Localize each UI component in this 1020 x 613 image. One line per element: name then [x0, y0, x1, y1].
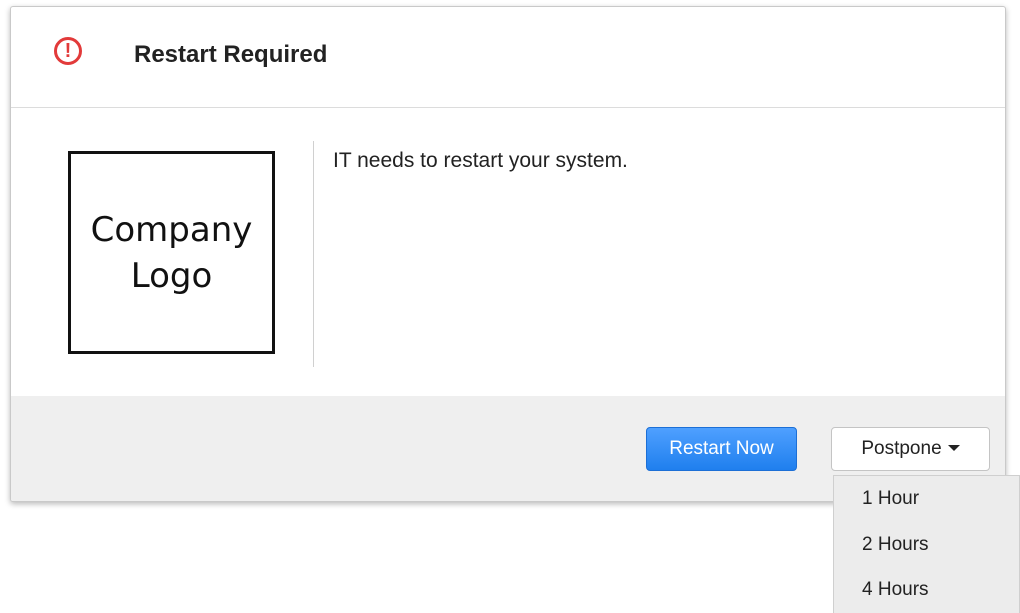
menu-item-2-hours[interactable]: 2 Hours	[834, 525, 1019, 565]
dialog-body: Company Logo IT needs to restart your sy…	[11, 108, 1005, 396]
menu-item-4-hours[interactable]: 4 Hours	[834, 570, 1019, 610]
postpone-dropdown-menu: 1 Hour 2 Hours 4 Hours	[833, 475, 1020, 613]
company-logo: Company Logo	[68, 151, 275, 354]
logo-text-line-2: Logo	[130, 255, 213, 296]
chevron-down-icon	[947, 444, 960, 451]
restart-dialog: ! Restart Required Company Logo IT needs…	[10, 6, 1006, 502]
dialog-header: ! Restart Required	[11, 7, 1005, 108]
postpone-button[interactable]: Postpone	[831, 427, 990, 471]
vertical-divider	[313, 141, 314, 367]
dialog-title: Restart Required	[134, 41, 328, 68]
logo-text-line-1: Company	[90, 209, 253, 250]
restart-now-button[interactable]: Restart Now	[646, 427, 797, 471]
dialog-message: IT needs to restart your system.	[333, 149, 628, 172]
postpone-label: Postpone	[861, 438, 942, 459]
menu-item-1-hour[interactable]: 1 Hour	[834, 479, 1019, 519]
exclamation-circle-icon: !	[54, 37, 82, 65]
